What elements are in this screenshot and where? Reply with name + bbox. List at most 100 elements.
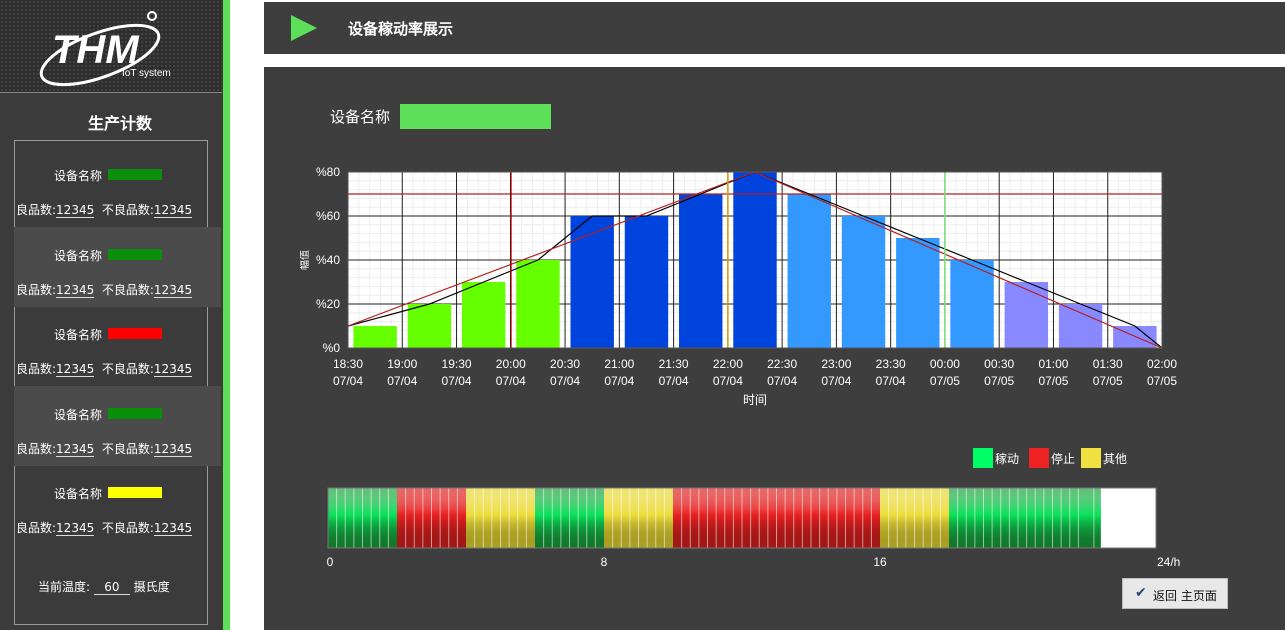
page-title: 设备稼动率展示 <box>348 20 454 38</box>
y-tick-label: %20 <box>316 297 340 311</box>
device-card-counts: 良品数:12345 不良品数:12345 <box>16 281 193 298</box>
return-home-label: 返回 主页面 <box>1153 589 1217 603</box>
x-tick-label: 00:30 <box>984 357 1014 371</box>
y-tick-label: %0 <box>323 341 341 355</box>
logo: THM IoT system <box>0 0 222 93</box>
device-card-name: 设备名称 <box>54 487 103 502</box>
good-count-value: 12345 <box>56 203 95 218</box>
bad-count-value: 12345 <box>153 362 193 378</box>
x-tick-label: 21:00 <box>604 357 634 371</box>
x-tick-label: 02:00 <box>1147 357 1177 371</box>
x-tick-label: 19:00 <box>387 357 417 371</box>
legend-label: 稼动 <box>995 452 1020 466</box>
x-tick-date: 07/04 <box>333 374 363 388</box>
x-tick-label: 19:30 <box>442 357 472 371</box>
timeline-tick-label: 16 <box>873 555 887 569</box>
x-tick-date: 07/04 <box>387 374 417 388</box>
x-tick-date: 07/04 <box>442 374 472 388</box>
x-tick-label: 23:00 <box>821 357 851 371</box>
daily-timeline: 0 8 16 24/h <box>327 487 1180 569</box>
return-home-button[interactable]: ✔ 返回 主页面 <box>1122 578 1228 609</box>
bad-count-value: 12345 <box>153 441 193 457</box>
x-tick-date: 07/05 <box>1093 374 1123 388</box>
good-count-label: 良品数: <box>16 203 57 217</box>
y-axis-label: 幅值 <box>300 250 311 270</box>
chart-bar <box>461 282 506 348</box>
sidebar: THM IoT system 生产计数 设备名称 良品数:12345 不良品数:1… <box>0 0 223 630</box>
bad-count-value: 12345 <box>153 521 193 537</box>
device-card-status <box>108 169 162 180</box>
temperature-unit: 摄氏度 <box>133 580 170 594</box>
device-card-name: 设备名称 <box>54 328 103 343</box>
device-card-status <box>108 328 162 340</box>
good-count-label: 良品数: <box>16 441 57 456</box>
bad-count-value: 12345 <box>153 282 193 298</box>
chart-bar <box>841 216 886 348</box>
y-tick-label: %40 <box>316 253 340 267</box>
chart-bar <box>733 172 777 348</box>
temperature-readout: 当前温度: 60 摄氏度 <box>38 578 170 595</box>
device-card: 设备名称 良品数:12345 不良品数:12345 <box>14 385 221 466</box>
sidebar-accent-edge <box>223 0 230 630</box>
device-card: 设备名称良品数:12345 不良品数:12345 <box>14 226 221 307</box>
device-card-status <box>108 407 162 419</box>
chart-bar <box>624 216 669 348</box>
x-tick-date: 07/05 <box>930 374 960 388</box>
device-card-name: 设备名称 <box>54 169 103 183</box>
timeline-tick-label: 8 <box>601 555 608 569</box>
x-tick-label: 22:00 <box>713 357 743 371</box>
svg-text:IoT system: IoT system <box>122 68 171 79</box>
chart-bar <box>353 326 397 348</box>
device-card-counts: 良品数:12345 不良品数:12345 <box>16 201 193 218</box>
x-tick-date: 07/05 <box>1038 374 1068 388</box>
production-count-title: 生产计数 <box>87 114 152 133</box>
legend-label: 停止 <box>1051 452 1076 466</box>
chart-bar <box>516 260 560 348</box>
chart-bar <box>407 304 452 348</box>
x-tick-label: 01:00 <box>1038 357 1068 371</box>
page-header: 设备稼动率展示 <box>264 2 1285 54</box>
legend-label: 其他 <box>1103 452 1128 466</box>
chart-bar <box>787 194 831 348</box>
x-tick-date: 07/05 <box>984 374 1014 388</box>
device-card: 设备名称 良品数:12345 不良品数:12345 <box>14 147 221 227</box>
good-count-value: 12345 <box>56 441 95 457</box>
x-tick-date: 07/04 <box>604 374 634 388</box>
bad-count-label: 不良品数: <box>101 203 154 217</box>
play-icon <box>291 15 317 41</box>
timeline-tick-label: 24/h <box>1157 555 1180 569</box>
device-card: 设备名称良品数:12345 不良品数:12345 <box>14 306 221 386</box>
good-count-value: 12345 <box>56 521 95 537</box>
checkmark-icon: ✔ <box>1135 585 1147 601</box>
good-count-value: 12345 <box>56 282 95 298</box>
y-tick-label: %80 <box>316 165 340 179</box>
chart-bar <box>570 216 614 348</box>
device-card-name: 设备名称 <box>54 248 103 263</box>
utilization-chart: %0 %20 %40 %60 %80 18:30 07/04 19:00 07/04 19:30 0… <box>300 165 1177 407</box>
device-card-counts: 良品数:12345 不良品数:12345 <box>16 360 193 378</box>
device-card-status <box>108 487 162 499</box>
device-card-status <box>108 248 162 260</box>
legend-swatch <box>973 448 993 468</box>
bad-count-label: 不良品数: <box>101 362 154 377</box>
timeline-tick-label: 0 <box>327 555 334 569</box>
device-card: 设备名称 良品数:12345 不良品数:12345 <box>14 465 221 545</box>
bad-count-label: 不良品数: <box>101 521 154 536</box>
x-tick-label: 01:30 <box>1093 357 1123 371</box>
legend-swatch <box>1029 448 1049 468</box>
x-tick-date: 07/04 <box>496 374 526 388</box>
device-name-label: 设备名称 <box>330 108 391 126</box>
x-tick-label: 00:00 <box>930 357 960 371</box>
good-count-value: 12345 <box>56 362 95 378</box>
chart-bar <box>1004 282 1049 348</box>
temperature-label: 当前温度: <box>38 580 91 594</box>
good-count-label: 良品数: <box>16 521 57 536</box>
chart-bar <box>679 194 723 348</box>
x-tick-date: 07/04 <box>767 374 797 388</box>
x-tick-date: 07/04 <box>821 374 851 388</box>
x-tick-label: 22:30 <box>767 357 797 371</box>
good-count-label: 良品数: <box>16 282 57 297</box>
bad-count-label: 不良品数: <box>101 441 154 456</box>
x-axis-label: 时间 <box>743 393 767 407</box>
y-tick-label: %60 <box>316 209 340 223</box>
